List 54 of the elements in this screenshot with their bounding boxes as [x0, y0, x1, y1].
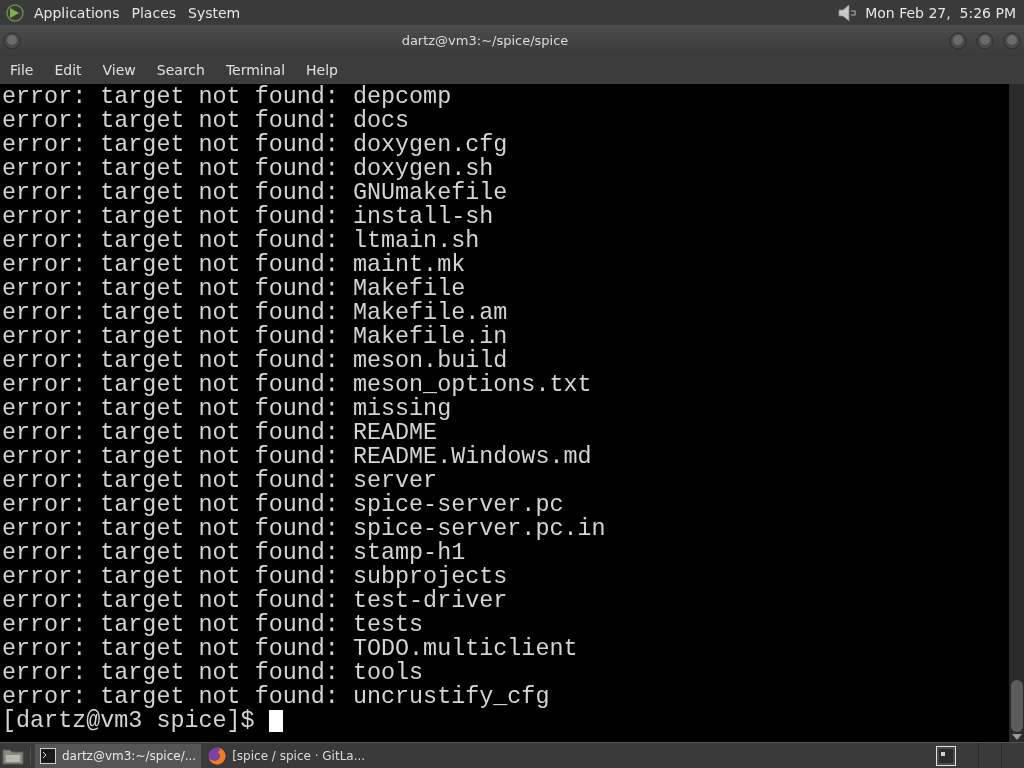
terminal-line: error: target not found: spice-server.pc.in [2, 517, 606, 541]
terminal-line: error: target not found: doxygen.cfg [2, 133, 508, 157]
terminal-line: error: target not found: tools [2, 661, 424, 685]
terminal-line: error: target not found: Makefile [2, 277, 466, 301]
panel-menu-item[interactable]: Applications [34, 5, 120, 20]
menu-item[interactable]: Search [156, 63, 205, 77]
workspace-switcher-icon[interactable] [936, 745, 956, 766]
menu-item[interactable]: Help [306, 63, 338, 77]
menu-item[interactable]: Terminal [225, 63, 286, 77]
scroll-down-arrow-icon[interactable] [1011, 734, 1022, 740]
minimize-button[interactable] [949, 31, 967, 50]
terminal-line: error: target not found: meson_options.txt [2, 373, 592, 397]
browser-icon [208, 746, 227, 765]
terminal-icon [40, 747, 56, 764]
shell-prompt: [dartz@vm3 spice]$ [2, 709, 256, 733]
terminal-line: error: target not found: subprojects [2, 565, 508, 589]
terminal-line: error: target not found: install-sh [2, 205, 494, 229]
scrollbar-track[interactable] [1009, 84, 1024, 742]
terminal-line: error: target not found: test-driver [2, 589, 508, 613]
show-desktop-folder-icon[interactable] [2, 746, 24, 765]
window-title: dartz@vm3:~/spice/spice [400, 34, 570, 47]
terminal-line: error: target not found: spice-server.pc [2, 493, 564, 517]
text-cursor-icon [268, 710, 283, 732]
terminal-line: error: target not found: missing [2, 397, 452, 421]
terminal-line: error: target not found: docs [2, 109, 410, 133]
terminal-line: error: target not found: GNUmakefile [2, 181, 508, 205]
taskbar-button[interactable]: [spice / spice · GitLa... [203, 743, 371, 768]
terminal-line: error: target not found: doxygen.sh [2, 157, 494, 181]
panel-menu-item[interactable]: System [188, 5, 241, 20]
terminal-line: error: target not found: tests [2, 613, 424, 637]
terminal-line: error: target not found: stamp-h1 [2, 541, 466, 565]
terminal-line: error: target not found: maint.mk [2, 253, 466, 277]
terminal-line: error: target not found: meson.build [2, 349, 508, 373]
terminal-line: error: target not found: Makefile.in [2, 325, 508, 349]
terminal-line: error: target not found: README [2, 421, 438, 445]
terminal-line: error: target not found: Makefile.am [2, 301, 508, 325]
panel-menu-item[interactable]: Places [131, 5, 177, 20]
menu-item[interactable]: File [10, 63, 34, 77]
terminal-line: error: target not found: TODO.multiclient [2, 637, 578, 661]
taskbar-button[interactable]: dartz@vm3:~/spice/... [35, 743, 202, 768]
terminal-line: error: target not found: ltmain.sh [2, 229, 480, 253]
terminal-line: error: target not found: depcomp [2, 85, 452, 109]
menu-item[interactable]: Edit [54, 63, 82, 77]
panel-clock[interactable]: Mon Feb 27, 5:26 PM [865, 5, 1016, 20]
play-logo-icon[interactable] [6, 3, 24, 22]
speaker-icon[interactable] [837, 2, 858, 23]
maximize-button[interactable] [976, 31, 994, 50]
window-menu-button[interactable] [3, 31, 21, 50]
scrollbar-thumb[interactable] [1010, 680, 1023, 732]
menu-item[interactable]: View [102, 63, 136, 77]
terminal-line: error: target not found: uncrustify_cfg [2, 685, 550, 709]
terminal-line: error: target not found: README.Windows.md [2, 445, 592, 469]
close-button[interactable] [1003, 31, 1021, 50]
terminal-line: error: target not found: server [2, 469, 438, 493]
